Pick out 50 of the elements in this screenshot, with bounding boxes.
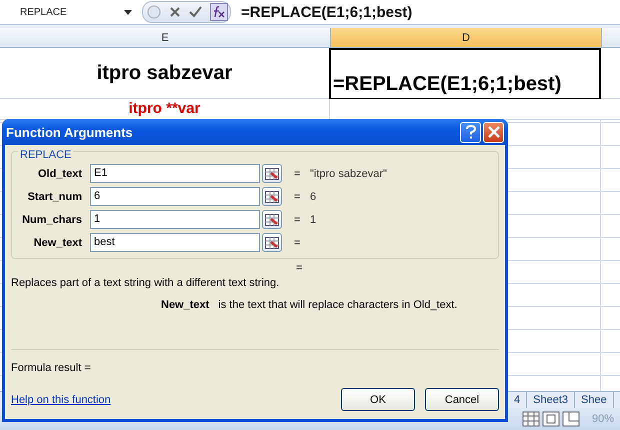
formula-result: Formula result = — [11, 362, 92, 374]
help-link[interactable]: Help on this function — [11, 394, 111, 406]
close-icon — [488, 126, 500, 138]
argument-label: Num_chars — [21, 214, 83, 226]
normal-view-icon[interactable] — [522, 411, 540, 427]
argument-field[interactable]: E1 — [90, 164, 260, 183]
argument-field[interactable]: best — [90, 233, 260, 252]
insert-function-icon[interactable] — [210, 3, 228, 21]
cell-text: itpro sabzevar — [0, 48, 330, 98]
argument-label: New_text — [32, 236, 83, 248]
collapse-dialog-button[interactable] — [262, 164, 282, 183]
zoom-level: 90% — [592, 413, 614, 425]
argument-name: New_text — [161, 299, 210, 311]
grid-arrow-icon — [265, 214, 279, 226]
page-layout-icon[interactable] — [542, 411, 560, 427]
argument-result: 1 — [310, 214, 316, 226]
column-header[interactable]: D — [331, 28, 602, 47]
argument-field[interactable]: 6 — [90, 187, 260, 206]
formula-field[interactable]: =REPLACE(E1;6;1;best) — [241, 4, 412, 20]
equals-sign: = — [294, 190, 302, 202]
dialog-button[interactable]: OK — [341, 388, 415, 411]
collapse-dialog-button[interactable] — [262, 233, 282, 252]
page-break-icon[interactable] — [562, 411, 580, 427]
question-mark-icon — [464, 125, 476, 139]
function-description: Replaces part of a text string with a different text string. — [11, 277, 280, 289]
grid-arrow-icon — [265, 236, 279, 248]
argument-result: 6 — [310, 190, 316, 202]
grid-arrow-icon — [265, 168, 279, 180]
equals-sign: = — [296, 262, 302, 274]
dialog-button[interactable]: Cancel — [425, 388, 499, 411]
check-icon[interactable] — [189, 6, 202, 18]
collapse-dialog-button[interactable] — [262, 210, 282, 229]
argument-field[interactable]: 1 — [90, 210, 260, 229]
cancel-icon[interactable] — [169, 6, 181, 18]
close-button[interactable] — [483, 122, 504, 142]
dropdown-arrow-icon[interactable] — [124, 10, 132, 14]
help-button[interactable] — [460, 122, 481, 142]
name-box[interactable]: REPLACE — [0, 2, 138, 22]
argument-label: Start_num — [26, 190, 83, 202]
equals-sign: = — [294, 168, 302, 180]
equals-sign: = — [294, 214, 302, 226]
argument-description: is the text that will replace characters in Old_text. — [218, 299, 458, 311]
group-label: REPLACE — [18, 149, 74, 161]
dialog-title: Function Arguments — [6, 124, 134, 140]
argument-result: "itpro sabzevar" — [310, 168, 387, 180]
collapse-dialog-button[interactable] — [262, 187, 282, 206]
circle-icon — [147, 5, 161, 19]
equals-sign: = — [294, 236, 302, 248]
argument-label: Old_text — [36, 168, 83, 180]
grid-arrow-icon — [265, 190, 279, 202]
